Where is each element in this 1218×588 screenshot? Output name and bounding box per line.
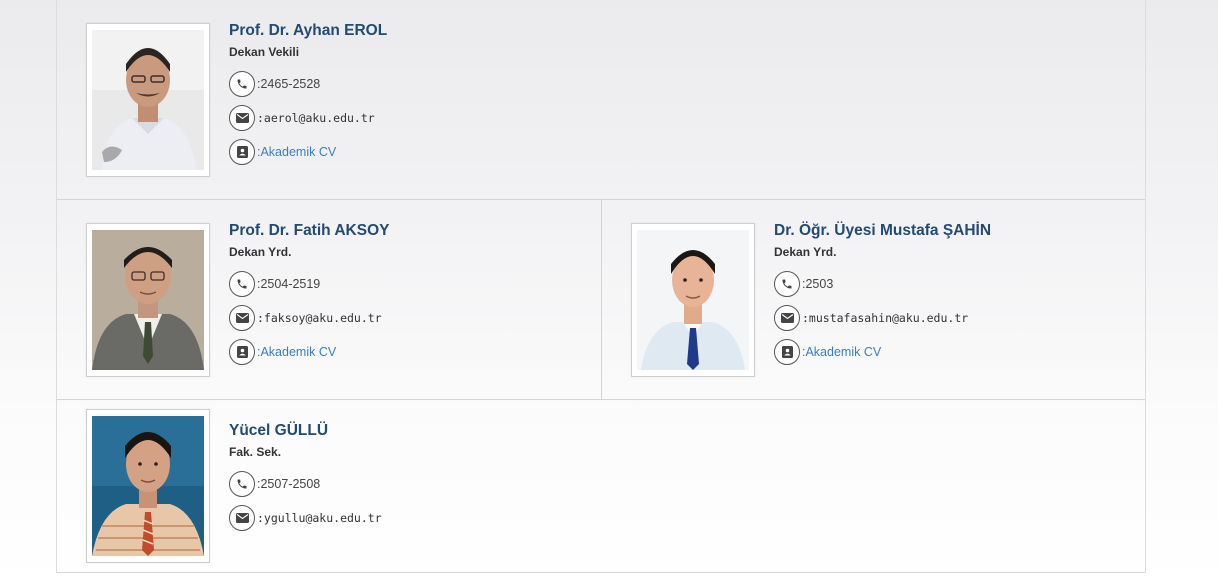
phone-row: :2507-2508 <box>229 469 382 499</box>
cv-row: :Akademik CV <box>774 337 991 367</box>
email-link[interactable]: :aerol@aku.edu.tr <box>257 111 375 125</box>
academic-cv-link[interactable]: :Akademik CV <box>257 345 336 359</box>
phone-number: :2507-2508 <box>257 477 321 491</box>
staff-name: Prof. Dr. Fatih AKSOY <box>229 222 390 239</box>
email-row: :ygullu@aku.edu.tr <box>229 503 382 533</box>
staff-directory: Prof. Dr. Ayhan EROL Dekan Vekili :2465-… <box>56 0 1146 573</box>
staff-photo-frame <box>86 409 210 563</box>
phone-number: :2465-2528 <box>257 77 321 91</box>
contact-card-icon <box>229 139 255 165</box>
staff-card: Dr. Öğr. Üyesi Mustafa ŞAHİN Dekan Yrd. … <box>602 200 1145 400</box>
phone-number: :2504-2519 <box>257 277 321 291</box>
staff-photo <box>92 230 204 370</box>
staff-photo <box>637 230 749 370</box>
cv-row: :Akademik CV <box>229 337 389 367</box>
envelope-icon <box>229 505 255 531</box>
phone-number: :2503 <box>802 277 834 291</box>
staff-card: Yücel GÜLLÜ Fak. Sek. :2507-2508 :ygullu… <box>57 400 1145 572</box>
email-row: :faksoy@aku.edu.tr <box>229 303 389 333</box>
staff-card: Prof. Dr. Fatih AKSOY Dekan Yrd. :2504-2… <box>57 200 602 400</box>
email-row: :aerol@aku.edu.tr <box>229 103 387 133</box>
phone-icon <box>229 471 255 497</box>
staff-photo-frame <box>631 223 755 377</box>
envelope-icon <box>229 305 255 331</box>
phone-icon <box>229 71 255 97</box>
phone-icon <box>229 271 255 297</box>
staff-card: Prof. Dr. Ayhan EROL Dekan Vekili :2465-… <box>57 0 1145 200</box>
email-link[interactable]: :mustafasahin@aku.edu.tr <box>802 311 968 325</box>
phone-icon <box>774 271 800 297</box>
email-link[interactable]: :faksoy@aku.edu.tr <box>257 311 382 325</box>
phone-row: :2465-2528 <box>229 69 387 99</box>
cv-row: :Akademik CV <box>229 137 387 167</box>
envelope-icon <box>229 105 255 131</box>
phone-row: :2504-2519 <box>229 269 389 299</box>
staff-role: Dekan Vekili <box>229 45 300 59</box>
staff-photo <box>92 416 204 556</box>
email-link[interactable]: :ygullu@aku.edu.tr <box>257 511 382 525</box>
staff-role: Fak. Sek. <box>229 445 282 459</box>
staff-role: Dekan Yrd. <box>774 245 837 259</box>
contact-card-icon <box>774 339 800 365</box>
envelope-icon <box>774 305 800 331</box>
contact-card-icon <box>229 339 255 365</box>
staff-photo-frame <box>86 23 210 177</box>
staff-name: Dr. Öğr. Üyesi Mustafa ŞAHİN <box>774 222 992 239</box>
academic-cv-link[interactable]: :Akademik CV <box>257 145 336 159</box>
email-row: :mustafasahin@aku.edu.tr <box>774 303 991 333</box>
academic-cv-link[interactable]: :Akademik CV <box>802 345 881 359</box>
phone-row: :2503 <box>774 269 991 299</box>
staff-photo-frame <box>86 223 210 377</box>
staff-photo <box>92 30 204 170</box>
staff-name: Yücel GÜLLÜ <box>229 422 329 439</box>
staff-role: Dekan Yrd. <box>229 245 292 259</box>
staff-name: Prof. Dr. Ayhan EROL <box>229 22 388 39</box>
